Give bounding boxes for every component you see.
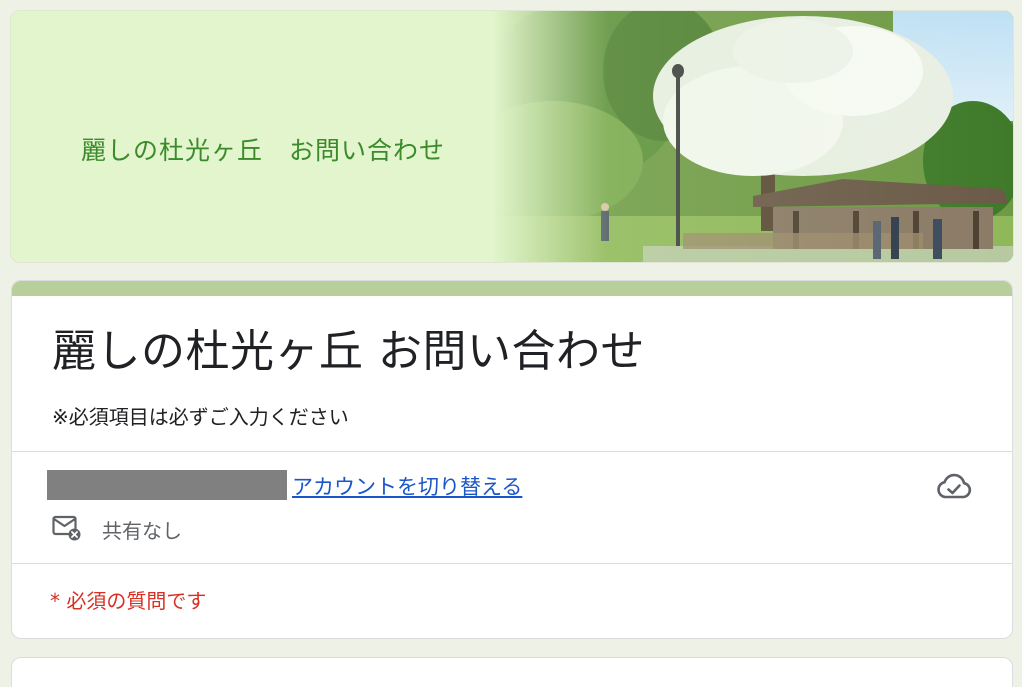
- cloud-check-icon[interactable]: [936, 473, 972, 501]
- required-question-notice: * 必須の質問です: [50, 589, 207, 613]
- card-accent-bar: [12, 281, 1012, 296]
- form-title: 麗しの杜光ヶ丘 お問い合わせ: [52, 326, 645, 377]
- mail-off-icon: [52, 515, 81, 541]
- account-email-redacted: [47, 470, 287, 500]
- divider: [12, 451, 1012, 452]
- divider: [12, 563, 1012, 564]
- banner-photo: [493, 11, 1013, 262]
- banner-title: 麗しの杜光ヶ丘 お問い合わせ: [81, 136, 446, 165]
- question-card: [11, 657, 1013, 687]
- form-description: ※必須項目は必ずご入力ください: [52, 405, 349, 429]
- form-page: 麗しの杜光ヶ丘 お問い合わせ 麗しの杜光ヶ丘 お問い合わせ ※必須項目は必ずご入…: [0, 0, 1022, 687]
- switch-account-link[interactable]: アカウントを切り替える: [292, 471, 522, 501]
- header-banner: 麗しの杜光ヶ丘 お問い合わせ: [10, 10, 1014, 263]
- sharing-status: 共有なし: [102, 519, 182, 543]
- form-header-card: 麗しの杜光ヶ丘 お問い合わせ ※必須項目は必ずご入力ください アカウントを切り替…: [11, 280, 1013, 639]
